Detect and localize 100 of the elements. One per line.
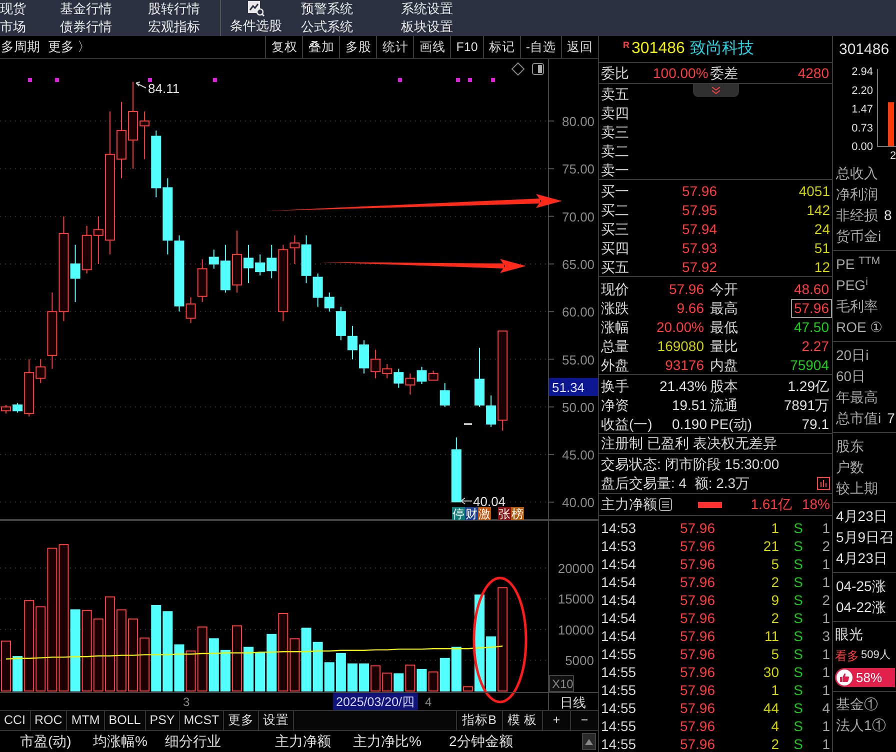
field-value: 19.51 — [670, 396, 707, 415]
stock-picker-button[interactable]: 条件选股 — [223, 0, 289, 34]
toolbar-button[interactable]: 多股 — [339, 36, 376, 58]
menu-item[interactable]: 债券行情 — [60, 18, 148, 35]
column-header[interactable]: 市盈(动) — [20, 731, 93, 752]
indicator-tab[interactable]: ROC — [30, 711, 68, 730]
volume-axis-label: 15000 — [558, 592, 594, 607]
indicator-tab[interactable]: 设置 — [259, 711, 294, 730]
field-label: 涨幅 — [601, 318, 630, 337]
indicator-button[interactable]: + — [542, 711, 570, 730]
trade-volume: 5 — [770, 555, 779, 574]
list-icon[interactable] — [659, 498, 672, 511]
field-label: 总市值i — [836, 409, 882, 428]
indicator-tab[interactable]: 更多 — [224, 711, 260, 730]
trade-time: 14:55 — [601, 699, 638, 718]
indicator-tab[interactable]: MTM — [67, 711, 105, 730]
field-label: 流通 — [709, 396, 739, 415]
axis-tick — [548, 358, 554, 360]
field-label: 20日i — [836, 346, 869, 365]
menu-item[interactable]: 系统设置 — [401, 0, 471, 17]
tag-label: 停 — [452, 507, 465, 520]
menu-item[interactable]: 基金行情 — [60, 0, 148, 17]
tag-label: 榜 — [511, 507, 524, 520]
indicator-tab[interactable]: BOLL — [104, 711, 146, 730]
trade-volume: 2 — [770, 573, 779, 592]
toolbar-button[interactable]: -自选 — [520, 36, 561, 58]
candle — [451, 436, 462, 502]
trade-side: S — [792, 591, 803, 610]
column-header[interactable]: 主力净比% — [353, 731, 449, 752]
toolbar-button[interactable]: 统计 — [376, 36, 414, 58]
scroll-up-button[interactable] — [582, 733, 596, 750]
indicator-tab[interactable]: CCI — [0, 711, 31, 730]
bid-label: 买二 — [601, 201, 630, 220]
tag-label: 张 — [498, 507, 511, 520]
price-axis-label: 55.00 — [562, 352, 595, 368]
column-header[interactable]: 细分行业 — [165, 731, 275, 752]
field-label: 最低 — [709, 318, 739, 337]
indicator-tab[interactable]: MCST — [180, 711, 224, 730]
trade-count: 2 — [821, 537, 830, 556]
column-header[interactable]: 均涨幅% — [93, 731, 165, 752]
ask-label: 卖二 — [601, 142, 629, 161]
toolbar-button[interactable]: 复权 — [265, 36, 302, 58]
price-axis-label: 40.00 — [562, 495, 595, 510]
more-link[interactable]: 更多 〉 — [48, 37, 91, 57]
trade-count: 2 — [821, 591, 830, 610]
menu-item[interactable]: 股转行情 — [148, 0, 218, 17]
volume-axis-label: 5000 — [565, 653, 594, 668]
trade-side: S — [792, 519, 803, 538]
trade-side: S — [792, 717, 803, 736]
revenue-bar — [888, 102, 894, 146]
stock-code: 301486 — [838, 40, 890, 60]
toolbar-button[interactable]: 标记 — [482, 36, 520, 58]
trade-count: 1 — [821, 573, 830, 592]
price-axis-label: 70.00 — [562, 209, 595, 224]
bid-price: 57.93 — [680, 239, 717, 258]
price-axis-label: 65.00 — [562, 256, 595, 272]
trade-side: S — [792, 699, 803, 718]
indicator-button[interactable]: 指标B — [456, 711, 502, 730]
trade-price: 57.96 — [678, 645, 715, 664]
field-value: 100.00% — [653, 64, 707, 84]
menu-item[interactable]: 公式系统 — [301, 18, 389, 35]
volume-bar — [208, 638, 219, 692]
expand-button[interactable] — [693, 84, 739, 97]
toolbar-button[interactable]: 返回 — [561, 36, 598, 58]
column-header[interactable]: 2分钟金额 — [449, 731, 529, 752]
field-value: 7 — [887, 409, 895, 428]
menu-item[interactable]: 预警系统 — [301, 0, 389, 17]
trading-status: 交易状态: 闭市阶段 15:30:00 — [600, 454, 780, 474]
field-value: 48.60 — [792, 280, 830, 299]
trade-price: 57.96 — [678, 681, 715, 700]
toolbar-button[interactable]: 画线 — [413, 36, 450, 58]
trade-count: 3 — [821, 627, 830, 646]
indicator-button[interactable]: − — [570, 711, 598, 730]
period-tab[interactable]: 多周期 — [1, 37, 40, 57]
trade-side: S — [792, 573, 803, 592]
x-axis-label: 3 — [183, 695, 190, 709]
indicator-button[interactable]: 模 板 — [502, 711, 542, 730]
menu-item[interactable]: 宏观指标 — [148, 18, 218, 35]
chevron-down-icon — [711, 87, 721, 94]
menu-item[interactable]: 板块设置 — [401, 18, 471, 35]
toolbar-button[interactable]: F10 — [450, 36, 483, 58]
field-value: 7891万 — [782, 396, 830, 415]
column-header[interactable]: 主力净额 — [275, 731, 353, 752]
toolbar-button[interactable]: 叠加 — [302, 36, 340, 58]
price-axis-label: 50.00 — [562, 400, 595, 415]
trade-side: S — [792, 537, 803, 556]
field-value: 169080 — [656, 337, 705, 356]
trade-volume: 21 — [762, 537, 779, 556]
field-label: 委比 — [601, 64, 630, 84]
field-label: PEG$^{i}$ — [836, 275, 868, 295]
bar-chart-icon[interactable] — [817, 477, 830, 490]
axis-tick — [548, 263, 554, 264]
menu-item[interactable]: 市场 — [0, 18, 60, 35]
axis-tick — [548, 168, 554, 170]
menu-item[interactable]: 现货 — [0, 0, 60, 17]
trade-count: 1 — [821, 681, 830, 700]
indicator-tab[interactable]: PSY — [146, 711, 180, 730]
scale-label: X10 — [549, 675, 574, 692]
volume-bar — [347, 663, 358, 692]
field-label: 委差 — [709, 64, 739, 84]
